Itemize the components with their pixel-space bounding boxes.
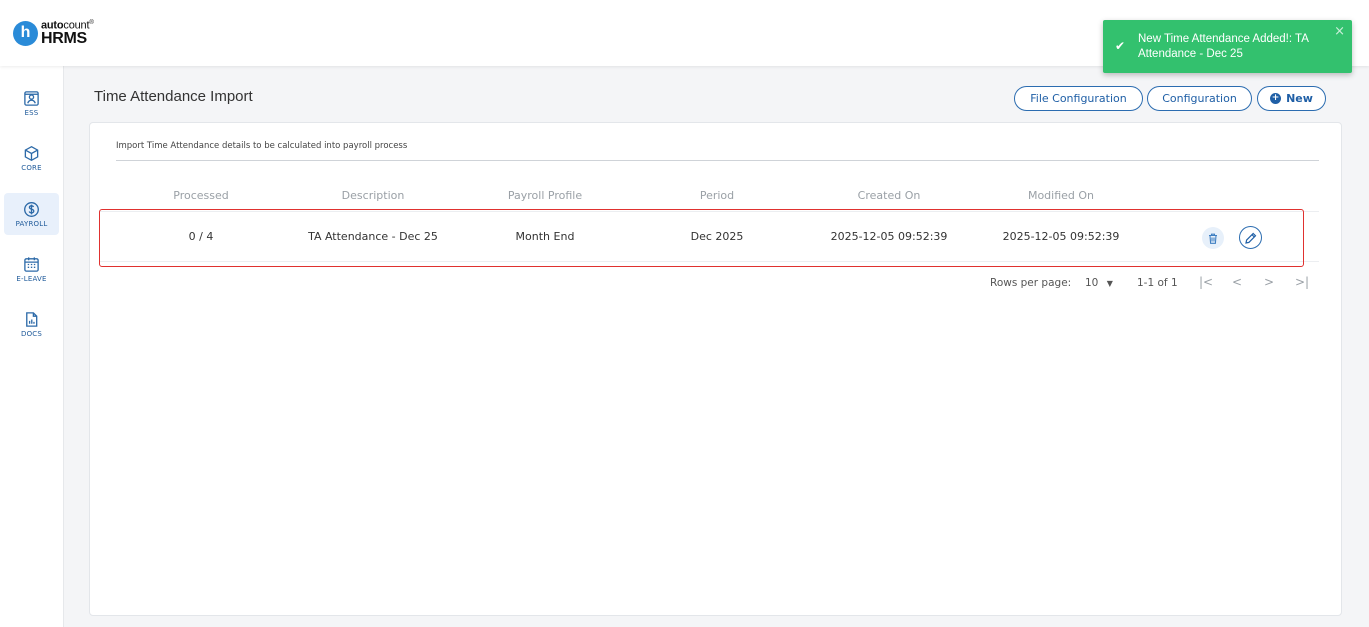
- logo-product: HRMS: [41, 29, 87, 47]
- configuration-button[interactable]: Configuration: [1147, 86, 1252, 111]
- core-icon: [24, 145, 39, 161]
- pagination-range: 1-1 of 1: [1137, 277, 1178, 289]
- check-icon: ✔: [1115, 39, 1126, 53]
- new-button[interactable]: + New: [1257, 86, 1326, 111]
- previous-page-icon[interactable]: <: [1232, 275, 1242, 289]
- column-header-processed[interactable]: Processed: [173, 189, 228, 202]
- first-page-icon[interactable]: |<: [1199, 275, 1213, 289]
- close-icon[interactable]: ×: [1334, 24, 1345, 39]
- column-header-created-on[interactable]: Created On: [858, 189, 921, 202]
- rows-per-page-label: Rows per page:: [990, 277, 1072, 289]
- rows-per-page-select[interactable]: 10 ▼: [1085, 277, 1113, 289]
- sidebar-item-ess[interactable]: ESS: [4, 82, 59, 124]
- new-button-label: New: [1286, 92, 1313, 105]
- last-page-icon[interactable]: >|: [1295, 275, 1309, 289]
- app-logo[interactable]: h autocount® HRMS: [13, 20, 94, 47]
- row-highlight-box: [99, 209, 1304, 267]
- column-header-payroll-profile[interactable]: Payroll Profile: [508, 189, 582, 202]
- sidebar-item-e-leave[interactable]: E-LEAVE: [4, 248, 59, 290]
- calendar-icon: [24, 256, 39, 272]
- docs-icon: [26, 311, 38, 327]
- ess-icon: [24, 90, 39, 106]
- payroll-icon: [24, 201, 39, 217]
- column-header-modified-on[interactable]: Modified On: [1028, 189, 1094, 202]
- page-title: Time Attendance Import: [94, 88, 253, 105]
- next-page-icon[interactable]: >: [1264, 275, 1274, 289]
- page-description: Import Time Attendance details to be cal…: [116, 141, 408, 151]
- sidebar-item-payroll[interactable]: PAYROLL: [4, 193, 59, 235]
- file-configuration-button[interactable]: File Configuration: [1014, 86, 1143, 111]
- column-header-period[interactable]: Period: [700, 189, 734, 202]
- sidebar-item-core[interactable]: CORE: [4, 137, 59, 179]
- toast-message: New Time Attendance Added!: TA Attendanc…: [1138, 33, 1309, 60]
- sidebar-item-docs[interactable]: DOCS: [4, 303, 59, 345]
- success-toast: ✔ New Time Attendance Added!: TA Attenda…: [1103, 20, 1352, 73]
- plus-icon: +: [1270, 93, 1282, 104]
- divider: [116, 160, 1319, 161]
- caret-down-icon: ▼: [1106, 279, 1113, 288]
- logo-mark: h: [13, 20, 38, 46]
- import-card: Import Time Attendance details to be cal…: [89, 122, 1342, 616]
- column-header-description[interactable]: Description: [342, 189, 405, 202]
- sidebar: ESS CORE PAYROLL E-LEAVE DOCS: [0, 66, 64, 627]
